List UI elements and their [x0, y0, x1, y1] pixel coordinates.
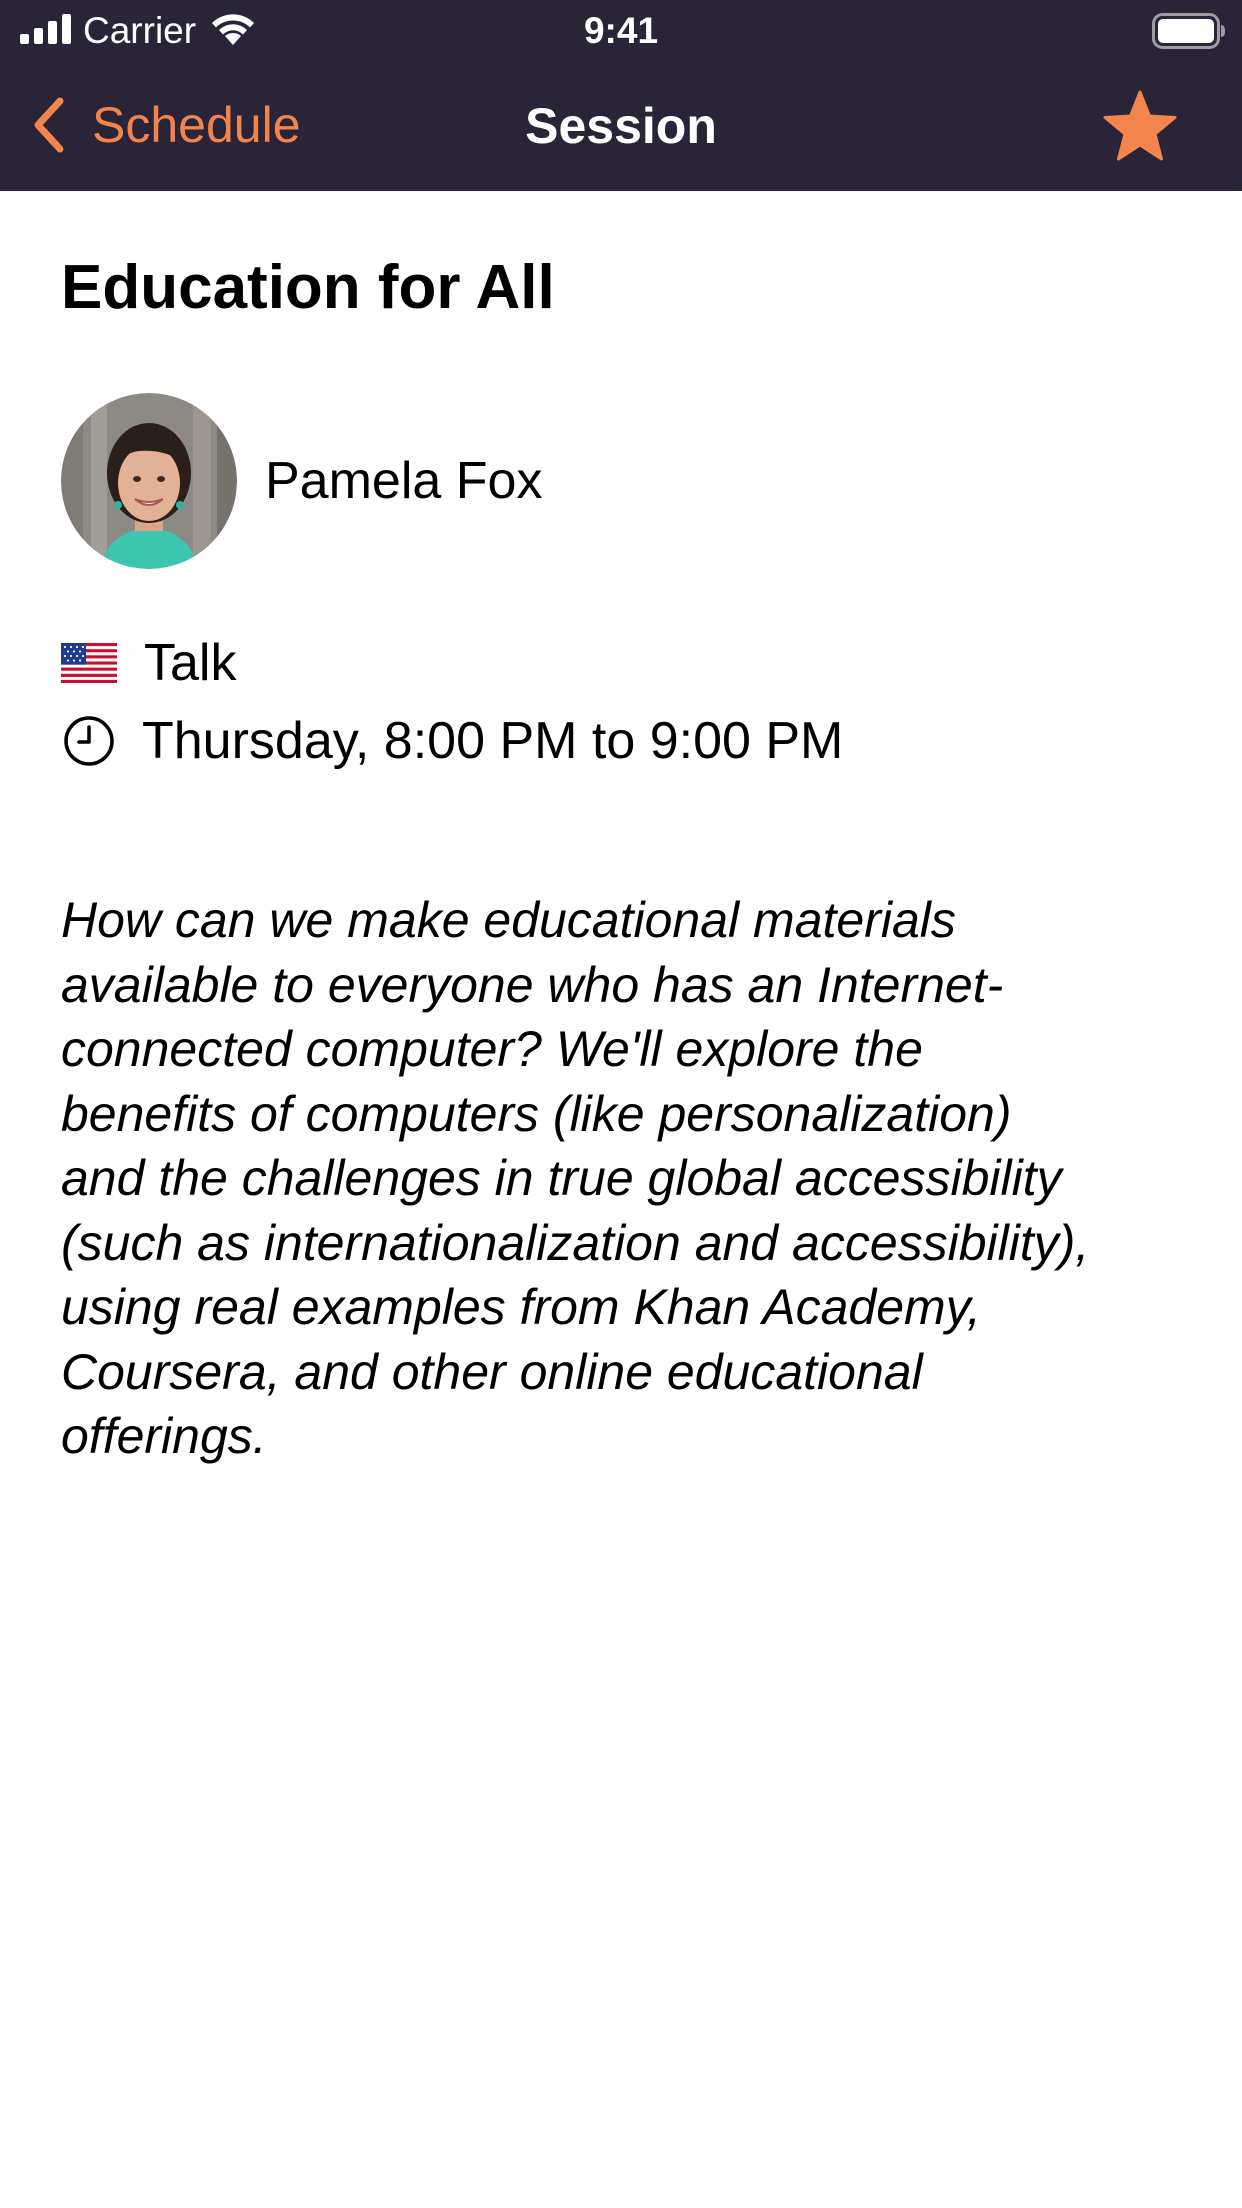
description-line: How can we make educational materials [61, 892, 956, 948]
description-line: available to everyone who has an Interne… [61, 956, 1004, 1013]
us-flag-icon [61, 643, 117, 683]
nav-title: Session [525, 98, 717, 154]
description-line: (such as internationalization and access… [61, 1214, 1090, 1271]
speaker-name: Pamela Fox [265, 452, 543, 510]
session-type-row: Talk [61, 630, 236, 696]
speaker-row[interactable]: Pamela Fox [61, 393, 542, 569]
session-time-label: Thursday, 8:00 PM to 9:00 PM [142, 712, 844, 770]
session-type-label: Talk [144, 634, 237, 692]
status-time: 9:41 [583, 10, 659, 51]
star-icon [1103, 90, 1177, 161]
session-screen: Carrier 9:41 Schedule Session Education … [0, 0, 1242, 2208]
clock-icon [64, 716, 114, 766]
description-line: connected computer? We'll explore the [61, 1021, 923, 1077]
session-title: Education for All [61, 253, 555, 322]
session-time-row: Thursday, 8:00 PM to 9:00 PM [61, 708, 843, 774]
status-bar: Carrier 9:41 [0, 0, 1242, 62]
description-line: Coursera, and other online educational [61, 1343, 923, 1400]
battery-icon [1152, 13, 1225, 49]
description-line: offerings. [61, 1408, 267, 1464]
description-line: and the challenges in true global access… [61, 1150, 1062, 1206]
description-line: benefits of computers (like personalizat… [61, 1085, 1012, 1142]
speaker-photo [61, 393, 237, 569]
navigation-bar: Schedule Session [0, 62, 1242, 191]
session-description: How can we make educational materials av… [61, 888, 1181, 1469]
description-line: using real examples from Khan Academy, [61, 1279, 981, 1335]
header: Carrier 9:41 Schedule Session [0, 0, 1242, 191]
speaker-avatar [61, 393, 237, 569]
favorite-button[interactable] [1100, 86, 1180, 166]
